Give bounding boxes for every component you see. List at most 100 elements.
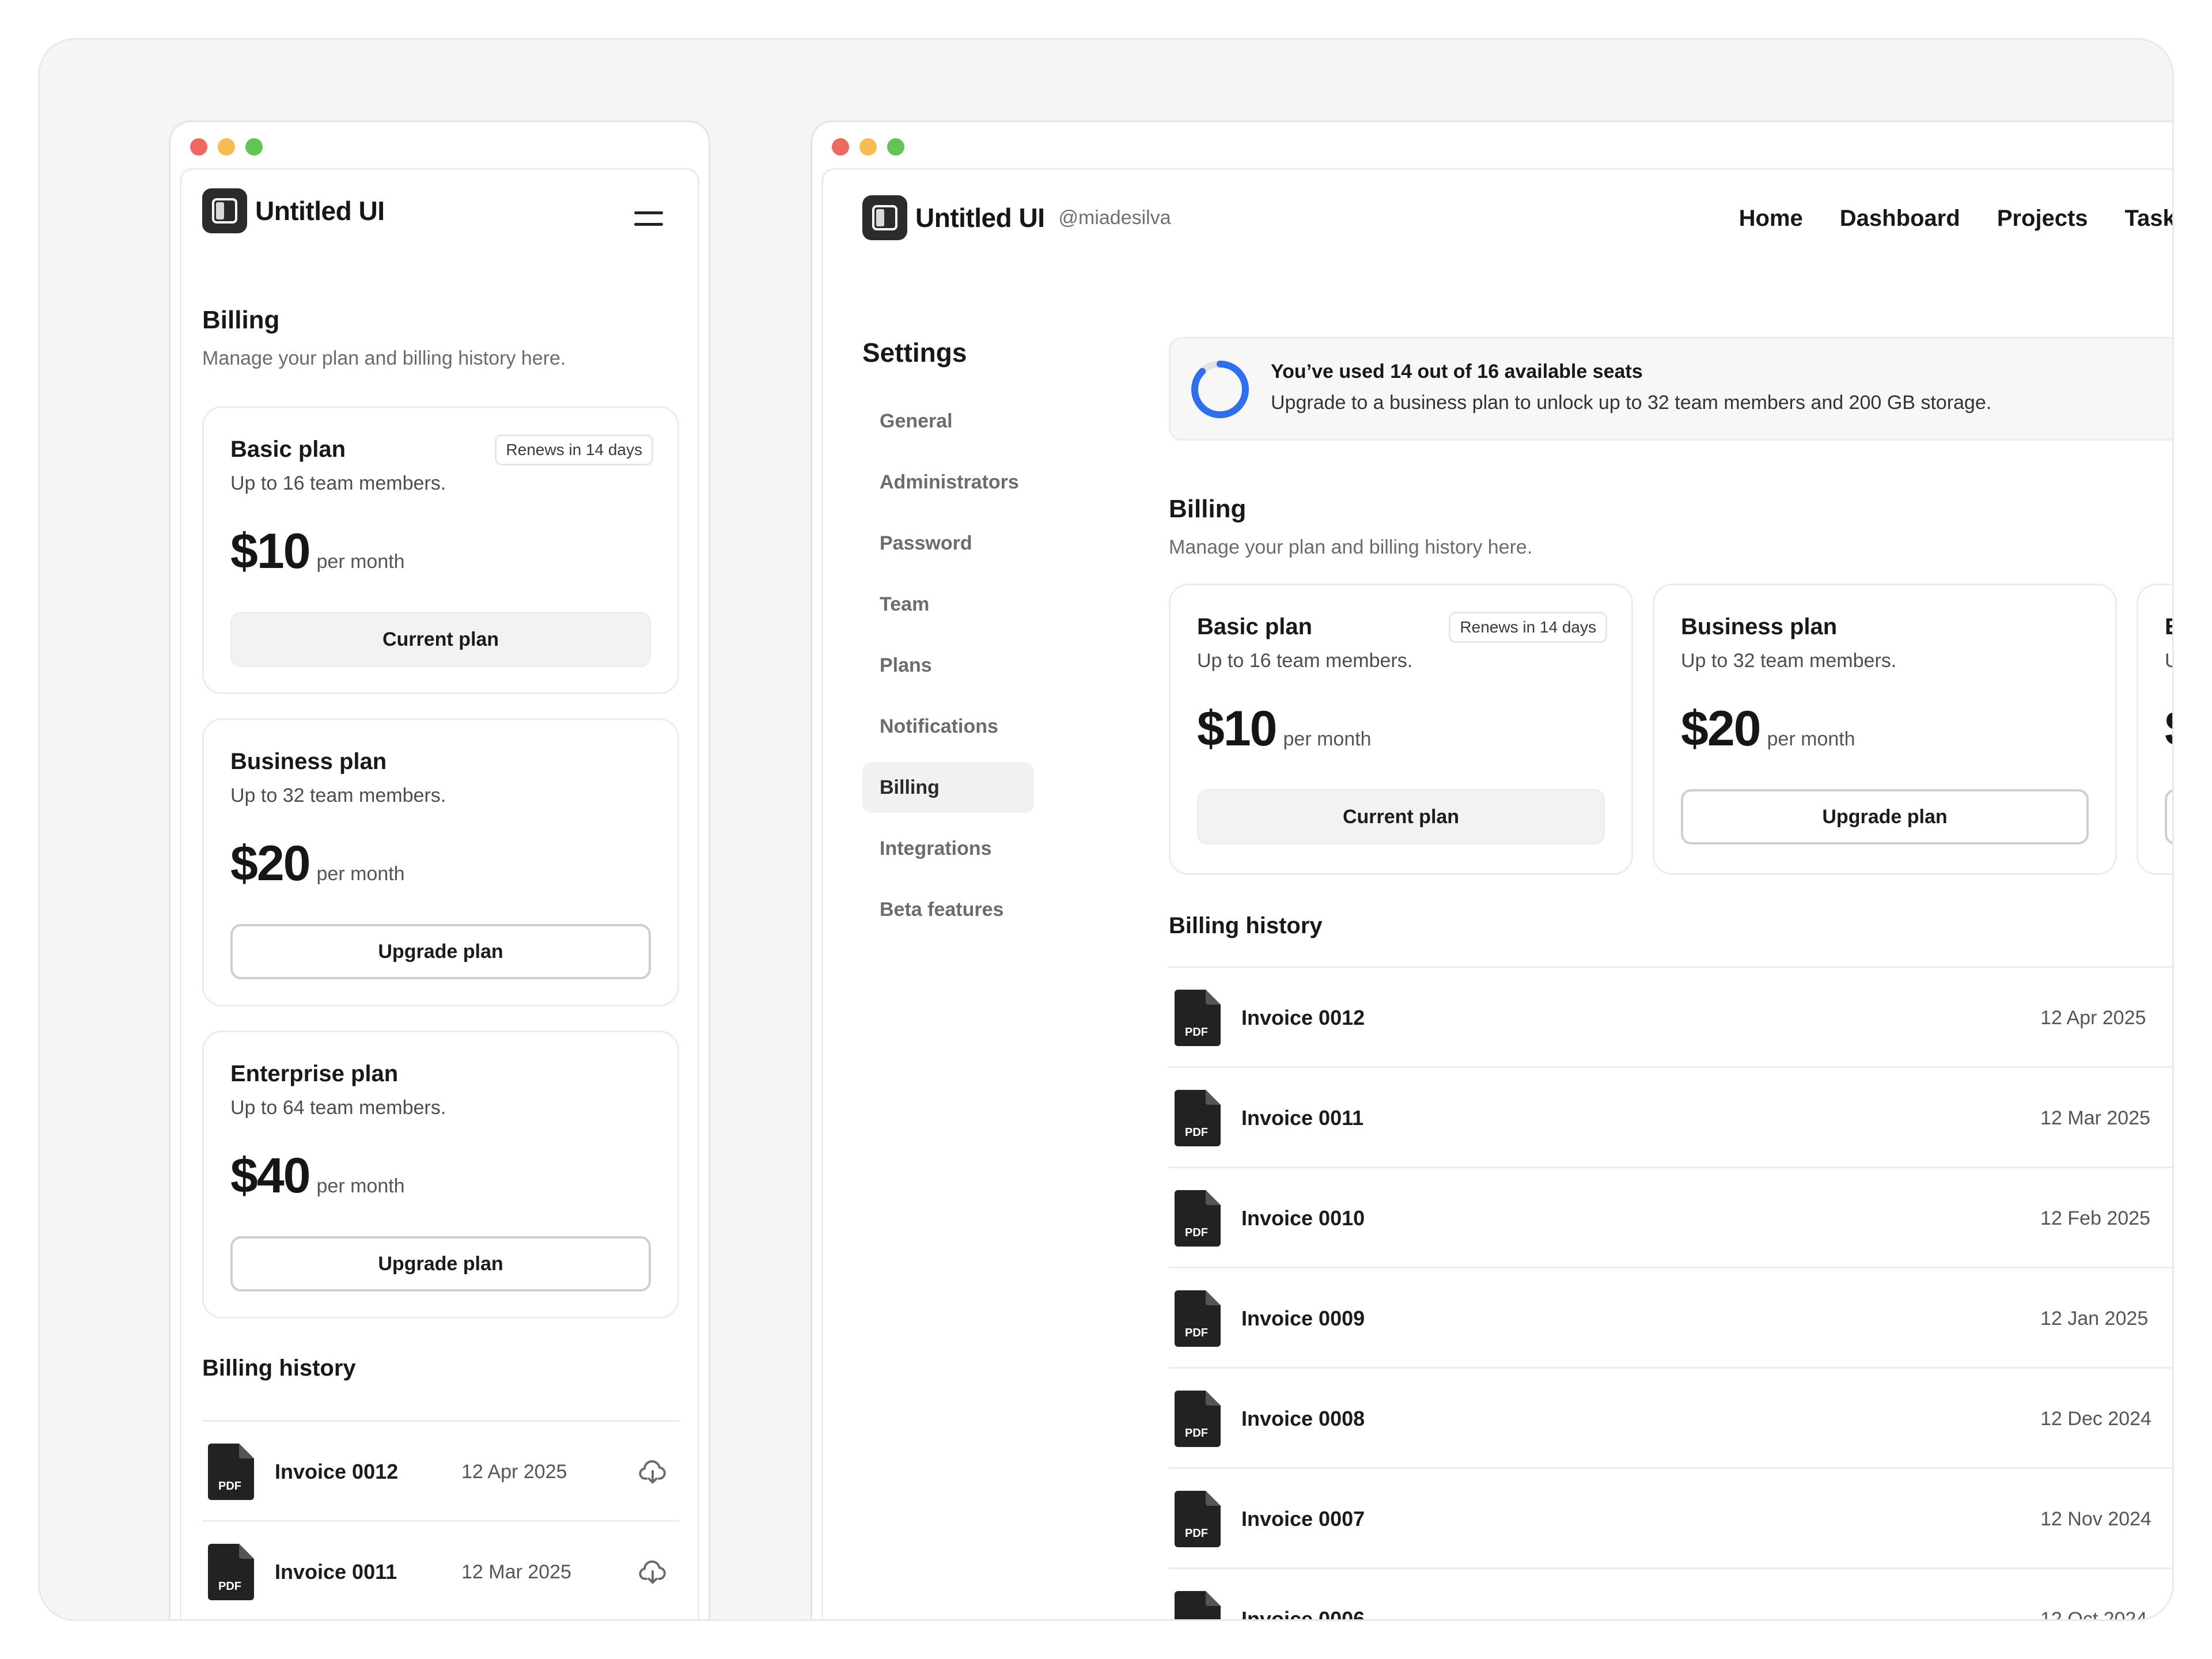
pdf-file-icon: PDF bbox=[1175, 1290, 1221, 1347]
sidebar-item-password[interactable]: Password bbox=[862, 518, 1034, 569]
invoice-date: 12 Mar 2025 bbox=[461, 1561, 571, 1583]
svg-text:PDF: PDF bbox=[1185, 1427, 1208, 1440]
svg-text:PDF: PDF bbox=[1185, 1527, 1208, 1540]
plan-price: $10 per month bbox=[230, 523, 405, 580]
plan-card-enterprise-partial: Er Up $ bbox=[2137, 584, 2172, 875]
pdf-file-icon: PDF bbox=[208, 1544, 254, 1600]
svg-text:PDF: PDF bbox=[218, 1580, 241, 1593]
brand-name: Untitled UI bbox=[915, 203, 1045, 233]
nav-tasks[interactable]: Tasks bbox=[2125, 206, 2172, 232]
plan-price: $20 per month bbox=[230, 835, 405, 892]
seats-usage-alert: You’ve used 14 out of 16 available seats… bbox=[1169, 337, 2172, 441]
svg-text:PDF: PDF bbox=[1185, 1327, 1208, 1339]
nav-home[interactable]: Home bbox=[1739, 206, 1803, 232]
settings-title: Settings bbox=[862, 338, 967, 368]
hamburger-menu-icon[interactable] bbox=[634, 209, 663, 229]
sidebar-item-beta-features[interactable]: Beta features bbox=[862, 884, 1034, 935]
price-period: per month bbox=[316, 551, 405, 573]
plan-description: Up bbox=[2165, 650, 2172, 672]
invoice-name: Invoice 0012 bbox=[1241, 1006, 1365, 1029]
invoice-row[interactable]: PDF Invoice 0011 12 Mar 2025 bbox=[202, 1520, 679, 1619]
invoice-date: 12 Oct 2024 bbox=[2040, 1608, 2147, 1621]
desktop-viewport: Untitled UI @miadesilva Home Dashboard P… bbox=[821, 168, 2172, 1621]
sidebar-item-billing[interactable]: Billing bbox=[862, 762, 1034, 813]
renewal-badge: Renews in 14 days bbox=[495, 434, 653, 465]
upgrade-plan-button[interactable]: Upgrade plan bbox=[230, 1236, 651, 1291]
svg-text:PDF: PDF bbox=[1185, 1026, 1208, 1039]
maximize-window-dot[interactable] bbox=[245, 138, 263, 156]
price-amount: $10 bbox=[1197, 701, 1277, 756]
price-period: per month bbox=[316, 863, 405, 885]
current-plan-button[interactable]: Current plan bbox=[230, 612, 651, 667]
billing-history-title: Billing history bbox=[202, 1355, 356, 1381]
plan-name: Business plan bbox=[230, 749, 387, 774]
price-amount: $20 bbox=[230, 836, 310, 891]
brand-name: Untitled UI bbox=[255, 196, 385, 226]
sidebar-item-notifications[interactable]: Notifications bbox=[862, 701, 1034, 752]
invoice-date: 12 Mar 2025 bbox=[2040, 1107, 2150, 1129]
nav-dashboard[interactable]: Dashboard bbox=[1840, 206, 1960, 232]
minimize-window-dot[interactable] bbox=[859, 138, 877, 156]
plan-price: $40 per month bbox=[230, 1147, 405, 1205]
maximize-window-dot[interactable] bbox=[887, 138, 904, 156]
brand-logo[interactable]: Untitled UI bbox=[202, 188, 385, 233]
upgrade-plan-button[interactable]: Upgrade plan bbox=[1681, 789, 2089, 844]
plan-card-basic: Basic plan Renews in 14 days Up to 16 te… bbox=[1169, 584, 1633, 875]
plan-description: Up to 16 team members. bbox=[1197, 650, 1413, 672]
invoice-name: Invoice 0011 bbox=[1241, 1106, 1364, 1130]
pdf-file-icon: PDF bbox=[1175, 1591, 1221, 1619]
mobile-browser-window: Untitled UI Billing Manage your plan and… bbox=[169, 120, 710, 1619]
plan-card-basic: Basic plan Renews in 14 days Up to 16 te… bbox=[202, 406, 679, 694]
upgrade-plan-button[interactable] bbox=[2165, 789, 2172, 844]
price-amount: $40 bbox=[230, 1148, 310, 1203]
plan-description: Up to 16 team members. bbox=[230, 472, 446, 494]
invoice-row[interactable]: PDF Invoice 0009 12 Jan 2025 bbox=[1169, 1267, 2172, 1367]
plan-name: Basic plan bbox=[230, 437, 346, 462]
plan-price: $ bbox=[2165, 700, 2172, 757]
pdf-file-icon: PDF bbox=[1175, 1391, 1221, 1447]
current-plan-button[interactable]: Current plan bbox=[1197, 789, 1605, 844]
invoice-name: Invoice 0009 bbox=[1241, 1306, 1365, 1330]
sidebar-item-team[interactable]: Team bbox=[862, 579, 1034, 630]
invoice-row[interactable]: PDF Invoice 0011 12 Mar 2025 bbox=[1169, 1066, 2172, 1166]
invoice-name: Invoice 0008 bbox=[1241, 1407, 1365, 1430]
minimize-window-dot[interactable] bbox=[218, 138, 235, 156]
nav-projects[interactable]: Projects bbox=[1997, 206, 2088, 232]
pdf-file-icon: PDF bbox=[1175, 990, 1221, 1046]
sidebar-item-general[interactable]: General bbox=[862, 396, 1034, 446]
renewal-badge: Renews in 14 days bbox=[1449, 612, 1607, 643]
brand-logo[interactable]: Untitled UI @miadesilva bbox=[862, 195, 1171, 240]
upgrade-plan-button[interactable]: Upgrade plan bbox=[230, 924, 651, 979]
svg-text:PDF: PDF bbox=[1185, 1226, 1208, 1239]
invoice-row[interactable]: PDF Invoice 0007 12 Nov 2024 bbox=[1169, 1467, 2172, 1567]
price-period: per month bbox=[316, 1175, 405, 1197]
price-amount: $20 bbox=[1681, 701, 1761, 756]
invoice-row[interactable]: PDF Invoice 0012 12 Apr 2025 bbox=[1169, 966, 2172, 1066]
sidebar-item-administrators[interactable]: Administrators bbox=[862, 457, 1034, 507]
invoice-date: 12 Feb 2025 bbox=[2040, 1207, 2150, 1229]
price-period: per month bbox=[1283, 728, 1372, 750]
invoice-row[interactable]: PDF Invoice 0012 12 Apr 2025 bbox=[202, 1420, 679, 1520]
svg-text:PDF: PDF bbox=[218, 1480, 241, 1493]
close-window-dot[interactable] bbox=[190, 138, 207, 156]
price-period: per month bbox=[1767, 728, 1855, 750]
close-window-dot[interactable] bbox=[832, 138, 849, 156]
plan-description: Up to 64 team members. bbox=[230, 1097, 446, 1119]
invoice-date: 12 Apr 2025 bbox=[461, 1461, 567, 1483]
price-amount: $ bbox=[2165, 700, 2172, 757]
cloud-download-icon[interactable] bbox=[638, 1558, 668, 1588]
cloud-download-icon[interactable] bbox=[638, 1457, 668, 1487]
invoice-date: 12 Jan 2025 bbox=[2040, 1308, 2149, 1330]
plan-card-business: Business plan Up to 32 team members. $20… bbox=[202, 718, 679, 1006]
invoice-row[interactable]: PDF Invoice 0010 12 Feb 2025 bbox=[1169, 1166, 2172, 1267]
desktop-browser-window: Untitled UI @miadesilva Home Dashboard P… bbox=[810, 120, 2172, 1621]
billing-subtitle: Manage your plan and billing history her… bbox=[1169, 536, 1533, 558]
sidebar-item-integrations[interactable]: Integrations bbox=[862, 823, 1034, 874]
sidebar-item-plans[interactable]: Plans bbox=[862, 640, 1034, 691]
showcase-backdrop: Untitled UI Billing Manage your plan and… bbox=[38, 38, 2174, 1621]
alert-description: Upgrade to a business plan to unlock up … bbox=[1271, 392, 1992, 414]
invoice-row[interactable]: PDF Invoice 0008 12 Dec 2024 bbox=[1169, 1367, 2172, 1467]
plan-price: $10 per month bbox=[1197, 700, 1372, 757]
invoice-row[interactable]: PDF Invoice 0006 12 Oct 2024 bbox=[1169, 1567, 2172, 1621]
plan-description: Up to 32 team members. bbox=[230, 785, 446, 806]
